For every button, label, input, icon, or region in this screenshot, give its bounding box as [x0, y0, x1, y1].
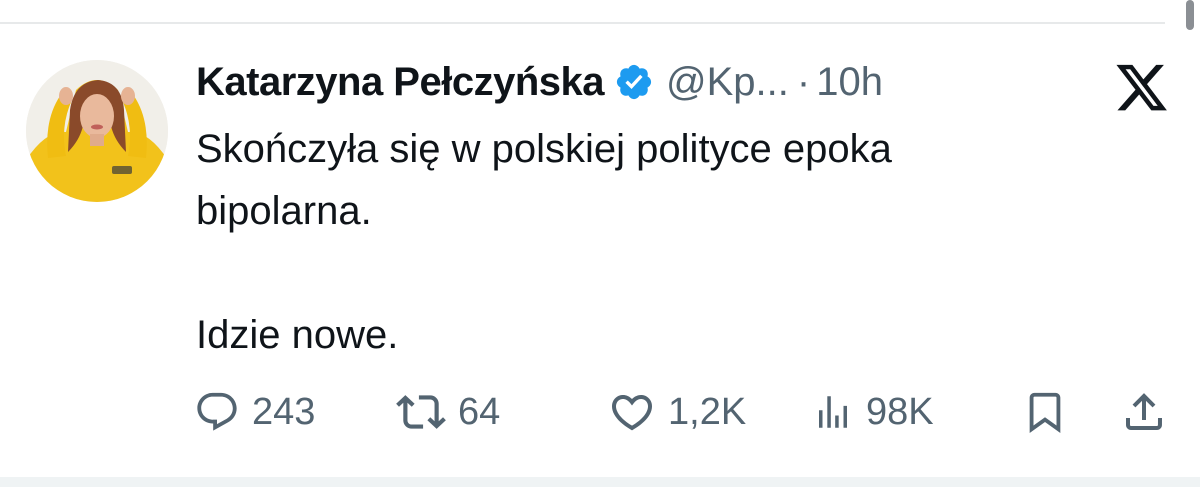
scrollbar-thumb[interactable]	[1186, 0, 1194, 30]
timestamp[interactable]: 10h	[816, 60, 883, 105]
bookmark-icon	[1029, 392, 1061, 433]
top-divider	[0, 22, 1165, 24]
tweet-text-line: bipolarna.	[196, 189, 372, 233]
retweet-button[interactable]: 64	[396, 384, 500, 440]
views-button[interactable]: 98K	[812, 384, 934, 440]
retweet-count: 64	[458, 390, 501, 433]
separator-dot: ·	[796, 59, 811, 104]
avatar-photo	[26, 60, 168, 202]
action-bar: 243 64 1,2K 98K	[190, 384, 1170, 440]
tweet-text-line: Skończyła się w polskiej polityce epoka	[196, 127, 892, 171]
x-logo-icon[interactable]	[1114, 62, 1170, 112]
bottom-divider	[0, 477, 1200, 487]
share-button[interactable]	[1120, 384, 1168, 440]
reply-button[interactable]: 243	[194, 384, 315, 440]
share-icon	[1126, 393, 1162, 430]
verified-badge-icon[interactable]	[614, 62, 654, 102]
reply-icon	[197, 392, 237, 431]
heart-icon	[611, 395, 653, 431]
bookmark-button[interactable]	[1022, 384, 1068, 440]
avatar[interactable]	[26, 60, 168, 202]
views-count: 98K	[866, 390, 934, 433]
tweet-header: Katarzyna Pełczyńska @Kp... · 10h	[196, 52, 883, 112]
display-name[interactable]: Katarzyna Pełczyńska	[196, 60, 605, 105]
like-button[interactable]: 1,2K	[608, 384, 746, 440]
handle[interactable]: @Kp...	[666, 60, 789, 105]
views-icon	[819, 396, 847, 428]
tweet-text: Skończyła się w polskiej polityce epoka …	[196, 118, 1126, 366]
tweet-text-line: Idzie nowe.	[196, 313, 399, 357]
reply-count: 243	[252, 390, 316, 433]
like-count: 1,2K	[668, 390, 747, 433]
retweet-icon	[396, 395, 446, 429]
